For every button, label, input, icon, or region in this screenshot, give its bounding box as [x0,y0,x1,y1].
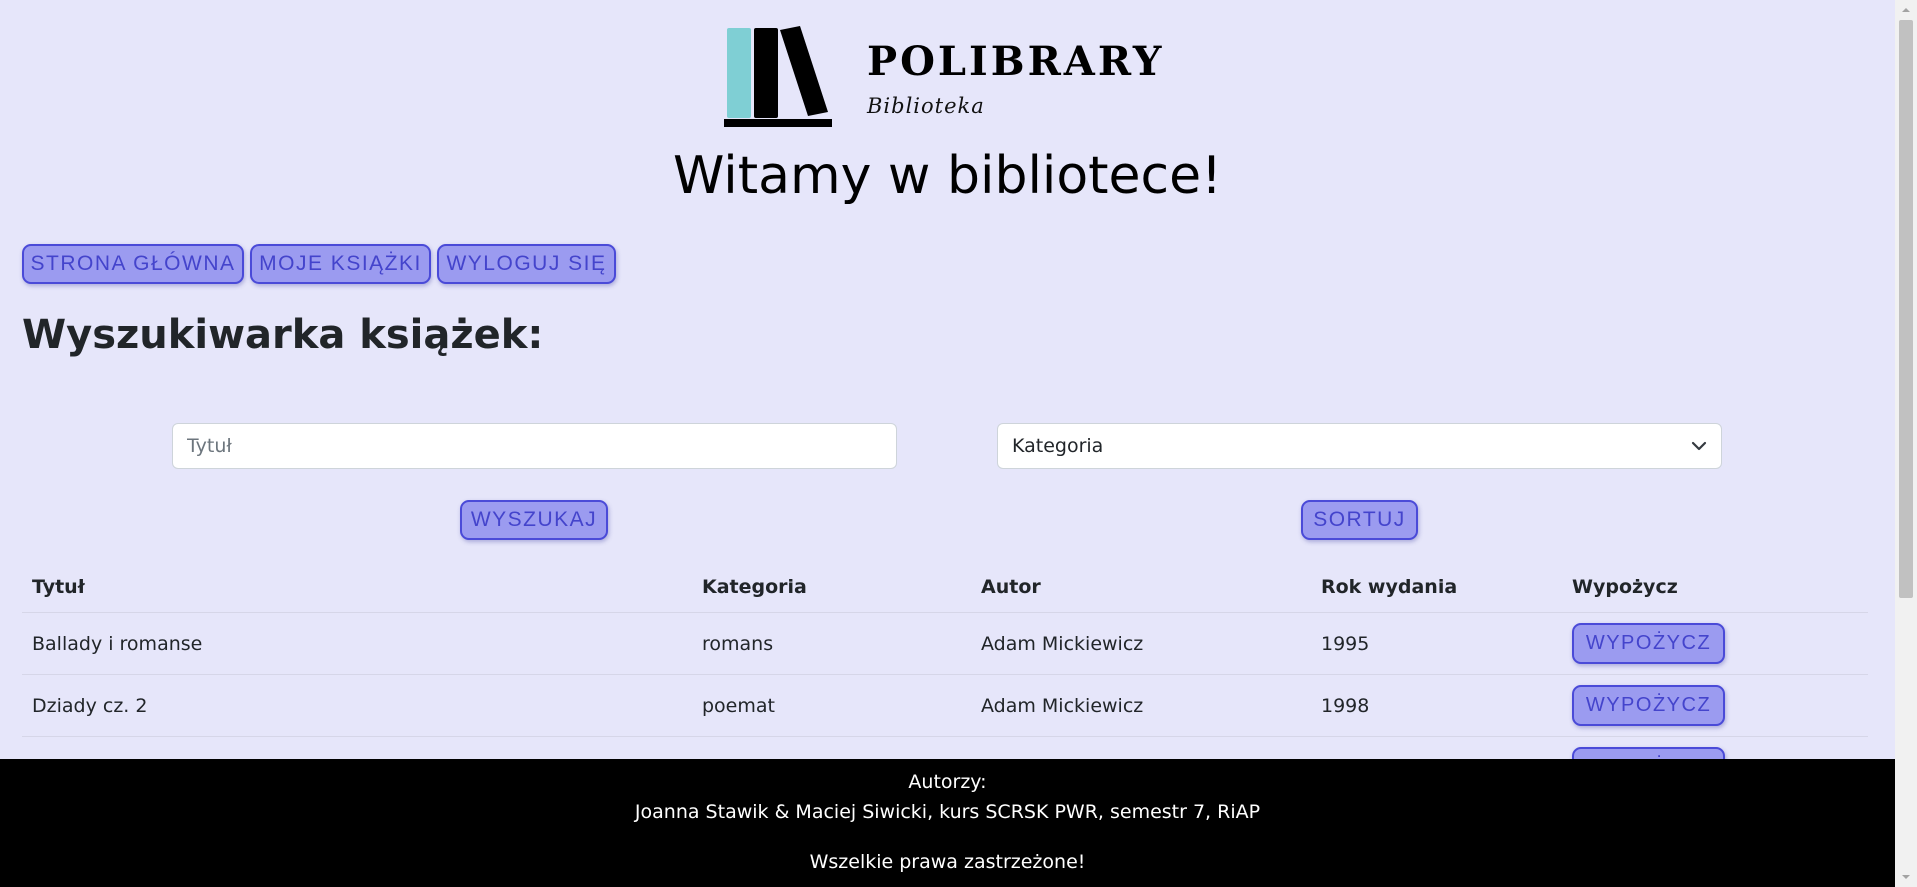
home-button[interactable]: STRONA GŁÓWNA [22,244,244,284]
page: POLIBRARY Biblioteka Witamy w bibliotece… [0,0,1895,887]
brand-subtitle: Biblioteka [867,94,985,118]
page-title: Witamy w bibliotece! [673,146,1222,206]
table-header-row: Tytuł Kategoria Autor Rok wydania Wypoży… [22,562,1868,613]
footer-authors-label: Autorzy: [908,771,987,793]
table-row: Dziady cz. 2 poemat Adam Mickiewicz 1998… [22,674,1868,737]
search-heading: Wyszukiwarka książek: [22,312,544,358]
scroll-down-arrow-icon[interactable] [1901,872,1911,882]
column-header-category: Kategoria [692,562,971,613]
brand-logo: POLIBRARY Biblioteka [724,26,1161,134]
borrow-button[interactable]: WYPOŻYCZ [1572,623,1725,664]
my-books-button[interactable]: MOJE KSIĄŻKI [250,244,431,284]
logout-button[interactable]: WYLOGUJ SIĘ [437,244,616,284]
books-logo-icon [724,26,832,127]
chevron-down-icon [1691,441,1707,451]
table-row: Ballady i romanse romans Adam Mickiewicz… [22,612,1868,675]
sort-button[interactable]: SORTUJ [1301,500,1418,540]
column-header-borrow: Wypożycz [1562,562,1868,613]
vertical-scrollbar[interactable] [1895,0,1917,887]
book-year: 1995 [1311,612,1562,675]
borrow-button[interactable]: WYPOŻYCZ [1572,685,1725,726]
book-year: 1998 [1311,674,1562,737]
book-author: Adam Mickiewicz [971,612,1311,675]
book-category: poemat [692,674,971,737]
scroll-up-arrow-icon[interactable] [1901,5,1911,15]
scrollbar-thumb[interactable] [1899,20,1913,598]
column-header-title: Tytuł [22,562,692,613]
category-select-value: Kategoria [1012,435,1104,457]
title-search-input[interactable] [172,423,897,469]
footer-authors: Joanna Stawik & Maciej Siwicki, kurs SCR… [634,801,1261,823]
brand-name: POLIBRARY [867,38,1165,85]
book-category: romans [692,612,971,675]
category-select[interactable]: Kategoria [997,423,1722,469]
column-header-year: Rok wydania [1311,562,1562,613]
column-header-author: Autor [971,562,1311,613]
footer: Autorzy: Joanna Stawik & Maciej Siwicki,… [0,759,1895,887]
book-title: Ballady i romanse [22,612,692,675]
book-author: Adam Mickiewicz [971,674,1311,737]
search-button[interactable]: WYSZUKAJ [460,500,608,540]
footer-rights: Wszelkie prawa zastrzeżone! [809,851,1086,873]
book-title: Dziady cz. 2 [22,674,692,737]
